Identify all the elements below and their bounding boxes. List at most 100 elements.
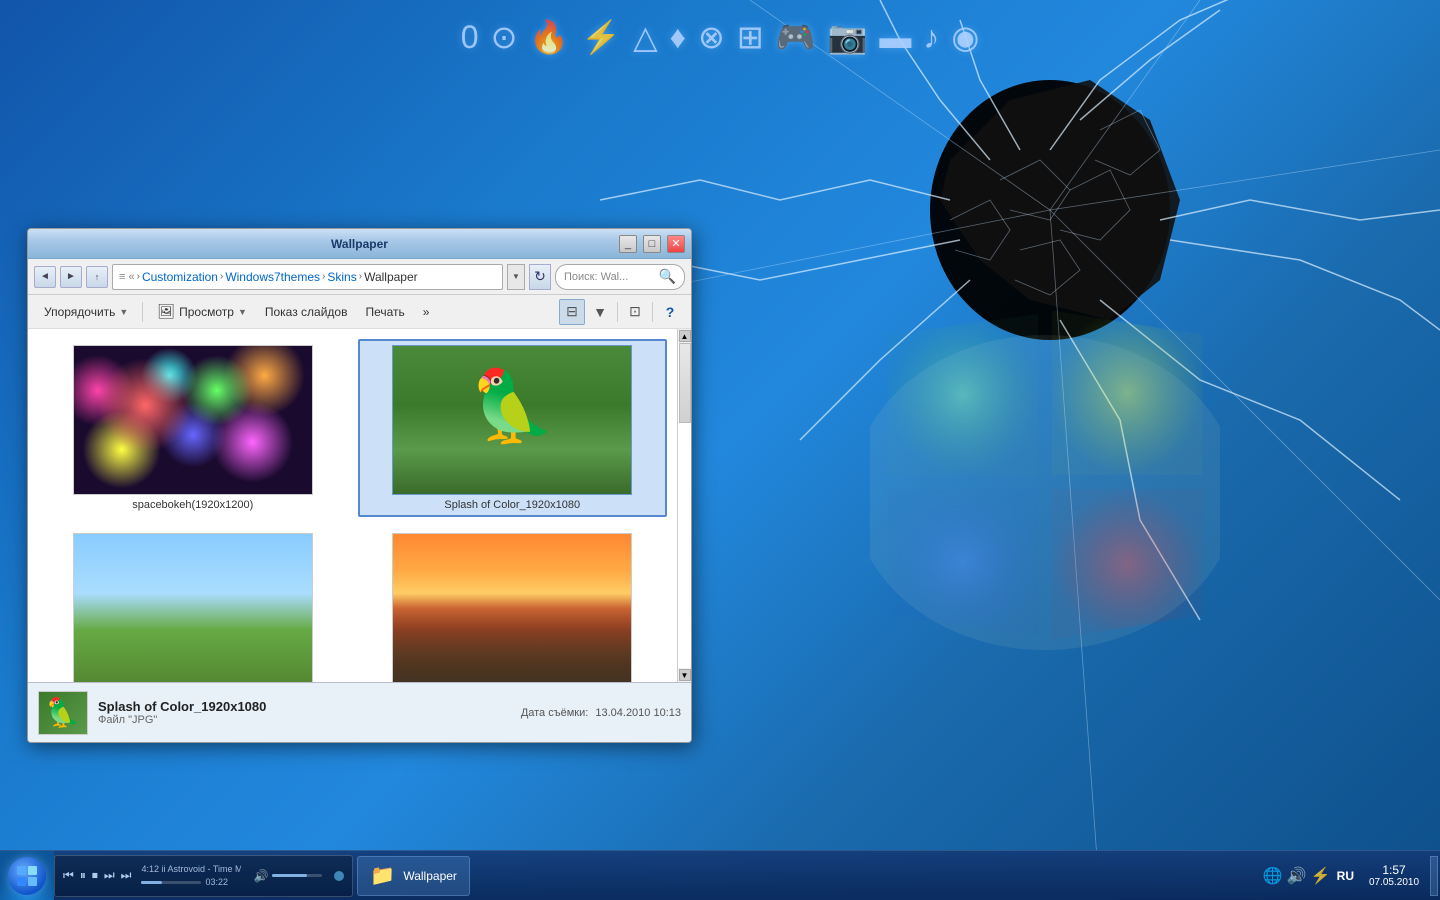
language-indicator[interactable]: RU <box>1337 869 1354 883</box>
status-bar: 🦜 Splash of Color_1920x1080 Файл "JPG" Д… <box>28 682 691 742</box>
dock-icon-music[interactable]: ♪ <box>923 19 939 56</box>
breadcrumb-customization[interactable]: Customization <box>142 270 218 284</box>
up-button[interactable]: ↑ <box>86 266 108 288</box>
status-thumbnail: 🦜 <box>38 691 88 735</box>
date-label: Дата съёмки: <box>521 707 588 719</box>
refresh-button[interactable]: ↻ <box>529 264 551 290</box>
mp-track-label: 4:12 ii Astrovoid - Time Machi... <box>141 864 241 874</box>
file-item-summer[interactable]: SummerWallpaper_1920X1200_By_Emats_Delta… <box>38 527 348 682</box>
volume-icon: 🔊 <box>253 869 268 883</box>
mp-stop-button[interactable]: ⏹ <box>92 868 98 883</box>
thumb-bokeh-image <box>74 346 312 494</box>
minimize-button[interactable]: _ <box>619 235 637 253</box>
file-name-spacebokeh: spacebokeh(1920x1200) <box>132 499 253 511</box>
file-list: spacebokeh(1920x1200) Splash of Color_19… <box>28 329 677 682</box>
tray-icon-battery[interactable]: ⚡ <box>1311 866 1331 886</box>
toolbar: Упорядочить ▼ 🖼 Просмотр ▼ Показ слайдов… <box>28 295 691 329</box>
breadcrumb-wallpaper[interactable]: Wallpaper <box>364 270 418 284</box>
file-thumb-spacebokeh <box>73 345 313 495</box>
scroll-thumb[interactable] <box>679 343 691 423</box>
mp-end-button[interactable]: ⏭ <box>121 868 132 883</box>
toolbar-right: ⊟ ▼ ⊡ ? <box>559 299 683 325</box>
dock-icon-triangle[interactable]: △ <box>633 18 658 56</box>
print-button[interactable]: Печать <box>357 299 412 325</box>
thumb-sunflowers-image <box>393 534 631 682</box>
start-orb[interactable] <box>8 857 46 895</box>
volume-control[interactable]: 🔊 <box>253 869 322 883</box>
dock-icon-chrome[interactable]: ⊙ <box>491 18 518 56</box>
dock-icon-gamepad[interactable]: 🎮 <box>776 18 816 56</box>
mp-prev-button[interactable]: ⏮ <box>63 868 74 883</box>
file-thumb-summer <box>73 533 313 682</box>
more-button[interactable]: » <box>415 299 438 325</box>
address-bar: ◄ ► ↑ ≡ « › Customization › Windows7them… <box>28 259 691 295</box>
dock-icon-grid[interactable]: ⊞ <box>737 18 764 56</box>
dock-icon-firefox[interactable]: 🔥 <box>529 18 569 56</box>
tray-icon-volume[interactable]: 🔊 <box>1287 866 1307 886</box>
show-desktop-button[interactable] <box>1430 856 1438 896</box>
volume-fill <box>272 874 307 877</box>
search-placeholder: Поиск: Wal... <box>564 271 628 283</box>
desktop: 0 ⊙ 🔥 ⚡ △ ♦ ⊗ ⊞ 🎮 📷 ▬ ♪ ◉ Wallpaper _ □ … <box>0 0 1440 900</box>
search-icon[interactable]: 🔍 <box>659 268 676 285</box>
taskbar: ⏮ ⏸ ⏹ ⏭ ⏭ 4:12 ii Astrovoid - Time Machi… <box>0 850 1440 900</box>
view-dropdown[interactable]: ▼ <box>587 299 613 325</box>
toolbar-sep-3 <box>652 302 653 322</box>
windows-logo-icon <box>16 865 38 887</box>
help-button[interactable]: ? <box>657 299 683 325</box>
maximize-button[interactable]: □ <box>643 235 661 253</box>
search-box[interactable]: Поиск: Wal... 🔍 <box>555 264 685 290</box>
show-preview-pane[interactable]: ⊡ <box>622 299 648 325</box>
taskbar-item-icon: 📁 <box>370 863 395 888</box>
title-bar: Wallpaper _ □ ✕ <box>28 229 691 259</box>
scrollbar[interactable]: ▲ ▼ <box>677 329 691 682</box>
mp-time-label: 03:22 <box>205 877 228 887</box>
clock-date: 07.05.2010 <box>1369 877 1419 888</box>
breadcrumb-skins[interactable]: Skins <box>327 270 356 284</box>
dock-icon-circle[interactable]: ◉ <box>951 18 979 56</box>
top-dock: 0 ⊙ 🔥 ⚡ △ ♦ ⊗ ⊞ 🎮 📷 ▬ ♪ ◉ <box>461 18 979 56</box>
tray-icons: 🌐 🔊 ⚡ <box>1263 866 1331 886</box>
mp-progress-bar[interactable] <box>141 881 201 884</box>
status-filename: Splash of Color_1920x1080 <box>98 699 266 714</box>
file-explorer-window: Wallpaper _ □ ✕ ◄ ► ↑ ≡ « › Customizatio… <box>27 228 692 743</box>
scroll-track[interactable] <box>678 343 691 668</box>
dock-icon-diamond[interactable]: ♦ <box>670 19 686 56</box>
thumb-summer-image <box>74 534 312 682</box>
media-player: ⏮ ⏸ ⏹ ⏭ ⏭ 4:12 ii Astrovoid - Time Machi… <box>54 855 353 897</box>
view-medium-icons[interactable]: ⊟ <box>559 299 585 325</box>
dock-icon-camera[interactable]: 📷 <box>827 18 867 56</box>
mp-play-button[interactable]: ⏸ <box>80 868 86 883</box>
file-name-parrot: Splash of Color_1920x1080 <box>444 499 580 511</box>
start-button[interactable] <box>0 851 54 900</box>
dock-icon-lightning[interactable]: ⚡ <box>581 18 621 56</box>
mp-next-button[interactable]: ⏭ <box>104 868 115 883</box>
date-value: 13.04.2010 10:13 <box>595 707 681 719</box>
breadcrumb-themes[interactable]: Windows7themes <box>225 270 320 284</box>
file-item-sunflowers[interactable]: sunflowers_by_skize <box>358 527 668 682</box>
status-filetype: Файл "JPG" <box>98 714 266 726</box>
volume-bar[interactable] <box>272 874 322 877</box>
file-item-spacebokeh[interactable]: spacebokeh(1920x1200) <box>38 339 348 517</box>
dock-icon-bar[interactable]: ▬ <box>879 19 911 56</box>
forward-button[interactable]: ► <box>60 266 82 288</box>
address-dropdown[interactable]: ▼ <box>507 264 525 290</box>
scroll-down-button[interactable]: ▼ <box>679 669 691 681</box>
breadcrumb[interactable]: ≡ « › Customization › Windows7themes › S… <box>112 264 503 290</box>
taskbar-item-wallpaper[interactable]: 📁 Wallpaper <box>357 856 469 896</box>
slideshow-button[interactable]: Показ слайдов <box>257 299 356 325</box>
file-thumb-parrot <box>392 345 632 495</box>
dock-icon-steam[interactable]: ⊗ <box>698 18 725 56</box>
tray-icon-network[interactable]: 🌐 <box>1263 866 1283 886</box>
thumb-parrot-image <box>393 346 631 494</box>
toolbar-separator-1 <box>142 302 143 322</box>
clock[interactable]: 1:57 07.05.2010 <box>1364 863 1424 888</box>
view-button[interactable]: 🖼 Просмотр ▼ <box>149 299 255 325</box>
file-thumb-sunflowers <box>392 533 632 682</box>
organize-button[interactable]: Упорядочить ▼ <box>36 299 136 325</box>
scroll-up-button[interactable]: ▲ <box>679 330 691 342</box>
close-button[interactable]: ✕ <box>667 235 685 253</box>
dock-icon-0[interactable]: 0 <box>461 19 479 56</box>
file-item-parrot[interactable]: Splash of Color_1920x1080 <box>358 339 668 517</box>
back-button[interactable]: ◄ <box>34 266 56 288</box>
